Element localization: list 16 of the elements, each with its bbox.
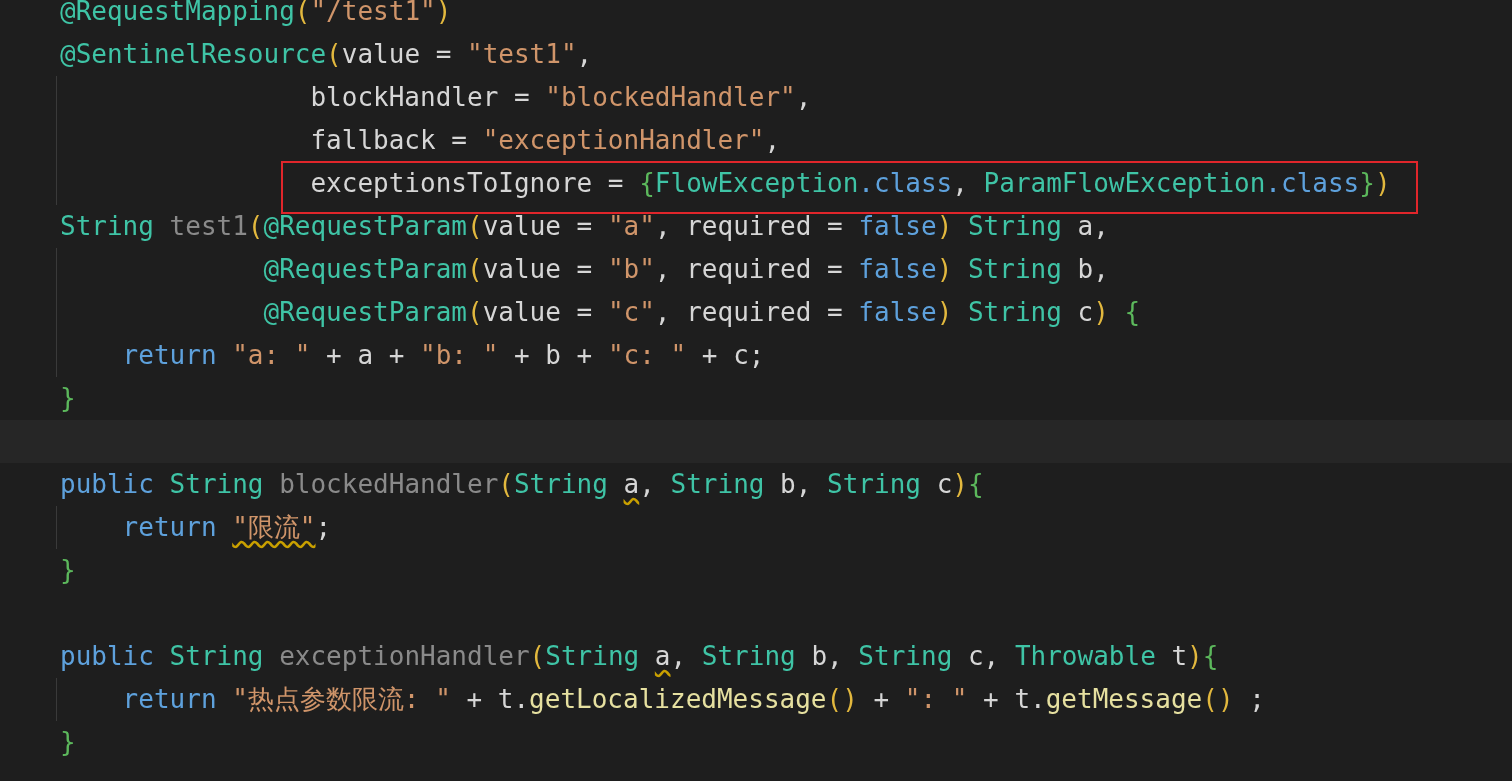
code-line: @RequestParam(value = "c", required = false) String c) { xyxy=(262,296,1141,329)
code-line: @SentinelResource(value = "test1", xyxy=(60,38,593,71)
code-line: @RequestParam(value = "b", required = false) String b, xyxy=(262,253,1109,286)
code-line: String test1(@RequestParam(value = "a", required = false) String a, xyxy=(60,210,1109,243)
code-line: blockHandler = "blockedHandler", xyxy=(309,81,812,114)
code-line: } xyxy=(60,382,76,415)
code-line: } xyxy=(60,726,76,759)
code-line: @RequestMapping("/test1") xyxy=(60,0,452,28)
code-line: return "限流"; xyxy=(121,511,332,544)
code-line: } xyxy=(60,554,76,587)
code-line: public String blockedHandler(String a, String b, String c){ xyxy=(60,468,984,501)
code-line: fallback = "exceptionHandler", xyxy=(309,124,781,157)
code-line: return "a: " + a + "b: " + b + "c: " + c; xyxy=(121,339,765,372)
code-line: exceptionsToIgnore = {FlowException.class, ParamFlowException.class}) xyxy=(309,167,1391,200)
code-line: return "热点参数限流: " + t.getLocalizedMessage() + ": " + t.getMessage() ; xyxy=(121,683,1265,716)
code-line: public String exceptionHandler(String a, String b, String c, Throwable t){ xyxy=(60,640,1219,673)
